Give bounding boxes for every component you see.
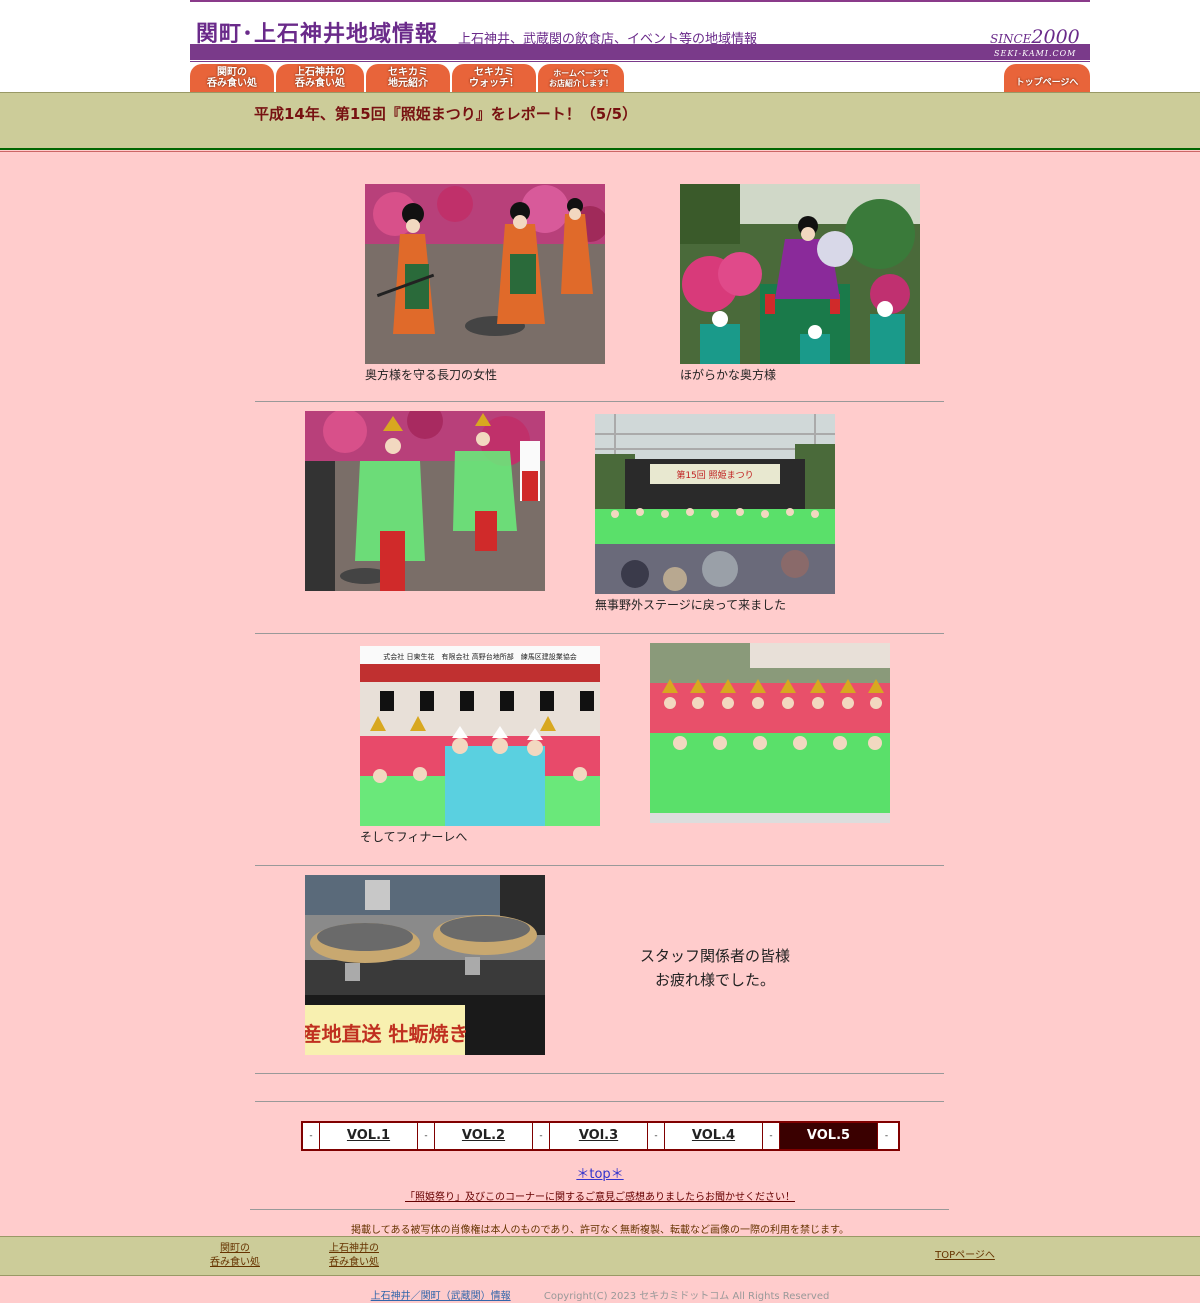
vol-current-5: VOL.5 [780, 1123, 878, 1149]
oyster-sign-text: 産地直送 牡蛎焼き [305, 1022, 468, 1046]
nav-tab-label: 呑み食い処 [207, 78, 257, 89]
vol-separator: - [418, 1123, 435, 1149]
nav-tab-label: 関町の [217, 67, 247, 78]
vol-separator: - [648, 1123, 665, 1149]
header-purple-bar [190, 44, 1090, 60]
footer-band: 関町の 呑み食い処 上石神井の 呑み食い処 TOPページへ [0, 1236, 1200, 1276]
stage-sponsor-text: 式会社 日東生花 有限会社 高野台地所部 練馬区建設業協会 [383, 652, 576, 661]
nav-tab-top-page[interactable]: トップページへ [1004, 64, 1090, 92]
photo-naginata-women [365, 184, 605, 364]
thanks-line: スタッフ関係者の皆様 [639, 947, 790, 965]
site-header: 関町･上石神井地域情報 上石神井、武蔵関の飲食店、イベント等の地域情報 SINC… [0, 0, 1200, 92]
copyright-row: 上石神井／関町（武蔵関）情報 Copyright(C) 2023 セキカミドット… [0, 1287, 1200, 1302]
vol-separator: - [884, 1131, 889, 1141]
footer-link-label: 呑み食い処 [210, 1257, 260, 1268]
footer-link-label: 上石神井の [329, 1243, 379, 1254]
nav-tab-label: トップページへ [1015, 78, 1079, 88]
thanks-message: スタッフ関係者の皆様 お疲れ様でした。 [615, 944, 815, 992]
section-divider [255, 865, 944, 866]
caption-photo5: そしてフィナーレへ [360, 830, 468, 844]
section-divider [255, 633, 944, 634]
vol-link-3[interactable]: VOl.3 [550, 1123, 648, 1149]
footer-home-link[interactable]: 上石神井／関町（武蔵関）情報 [371, 1291, 511, 1302]
vol-link-4[interactable]: VOL.4 [665, 1123, 763, 1149]
title-band: 平成14年、第15回『照姫まつり』をレポート！（5/5） [0, 92, 1200, 148]
caption-photo1: 奥方様を守る長刀の女性 [365, 368, 498, 382]
header-top-line [190, 0, 1090, 2]
nav-tab-label: ホームページで [553, 69, 609, 78]
footer-link-label: 関町の [220, 1243, 250, 1254]
footer-link-seki-restaurants[interactable]: 関町の 呑み食い処 [205, 1242, 265, 1270]
nav-tab-kamishakujii-restaurants[interactable]: 上石神井の 呑み食い処 [276, 64, 364, 92]
photo-oyster-grill: 産地直送 牡蛎焼き [305, 875, 545, 1055]
stage-banner-text: 第15回 照姫まつり [676, 469, 753, 481]
nav-tab-label: セキカミ [474, 67, 514, 78]
vol-separator: - [763, 1123, 780, 1149]
vol-link-2[interactable]: VOL.2 [435, 1123, 533, 1149]
page-title: 平成14年、第15回『照姫まつり』をレポート！（5/5） [254, 105, 638, 123]
section-divider [255, 1073, 944, 1074]
header-thin-line [190, 61, 1090, 62]
nav-tab-local-intro[interactable]: セキカミ 地元紹介 [366, 64, 450, 92]
feedback-link[interactable]: 「照姫祭り」及びこのコーナーに関するご意見ご感想ありましたらお聞かせください！ [0, 1188, 1200, 1203]
site-domain: SEKI-KAMI.COM [994, 49, 1077, 58]
vol-separator: - [303, 1123, 320, 1149]
divider-green [0, 148, 1200, 150]
footer-divider [250, 1209, 949, 1210]
footer-link-top[interactable]: TOPページへ [930, 1249, 1000, 1263]
nav-tab-label: 上石神井の [295, 67, 345, 78]
photo-finale-group: 式会社 日東生花 有限会社 高野台地所部 練馬区建設業協会 [360, 646, 600, 826]
caption-photo2: ほがらかな奥方様 [680, 368, 777, 382]
nav-tab-label: 呑み食い処 [295, 78, 345, 89]
copyright-notice: 掲載してある被写体の肖像権は本人のものであり、許可なく無断複製、転載など画像の一… [351, 1225, 849, 1236]
footer-link-label: 呑み食い処 [329, 1257, 379, 1268]
nav-tab-sekikami-watch[interactable]: セキカミ ウォッチ！ [452, 64, 536, 92]
photo-okugata-sama [680, 184, 920, 364]
nav-tab-label: セキカミ [388, 67, 428, 78]
section-divider [255, 401, 944, 402]
photo-green-robes [305, 411, 545, 591]
footer-link-kamishakujii-restaurants[interactable]: 上石神井の 呑み食い処 [320, 1242, 388, 1270]
vol-separator: - [533, 1123, 550, 1149]
copyright-text: Copyright(C) 2023 セキカミドットコム All Rights R… [543, 1291, 830, 1302]
nav-tab-label: ウォッチ！ [469, 78, 519, 89]
volume-nav: - VOL.1 - VOL.2 - VOl.3 - VOL.4 - VOL.5 … [301, 1121, 900, 1151]
nav-tab-seki-restaurants[interactable]: 関町の 呑み食い処 [190, 64, 274, 92]
photo-finale-dancers [650, 643, 890, 823]
nav-tab-label: 地元紹介 [388, 78, 428, 89]
divider-red [0, 151, 1200, 152]
nav-tab-label: お店紹介します！ [549, 79, 613, 88]
section-divider [255, 1101, 944, 1102]
nav-tab-shop-intro[interactable]: ホームページで お店紹介します！ [538, 64, 624, 92]
caption-photo4: 無事野外ステージに戻って来ました [595, 598, 787, 612]
photo-outdoor-stage: 第15回 照姫まつり [595, 414, 835, 594]
thanks-line: お疲れ様でした。 [654, 971, 775, 989]
back-to-top-link[interactable]: ＊top＊ [0, 1163, 1200, 1182]
vol-link-1[interactable]: VOL.1 [320, 1123, 418, 1149]
